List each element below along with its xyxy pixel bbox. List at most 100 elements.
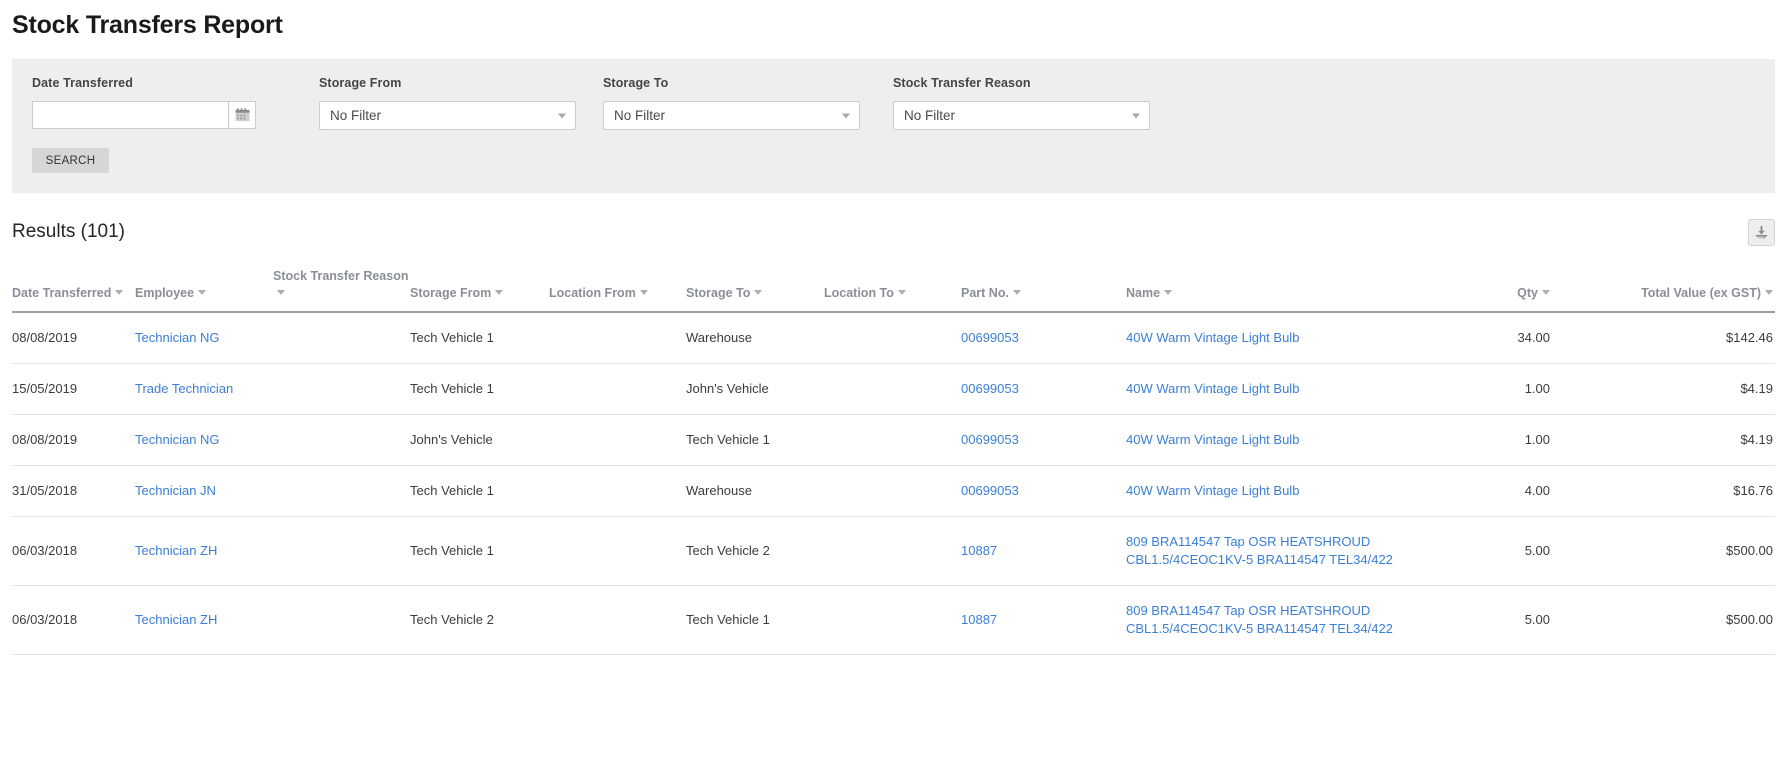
table-header-row: Date Transferred Employee Stock Transfer…: [12, 268, 1775, 313]
cell-storage-from: Tech Vehicle 2: [410, 585, 549, 655]
cell-storage-from: Tech Vehicle 1: [410, 465, 549, 517]
name-link[interactable]: 40W Warm Vintage Light Bulb: [1126, 381, 1299, 396]
storage-from-select[interactable]: No Filter: [319, 101, 576, 130]
employee-link[interactable]: Technician NG: [135, 432, 220, 447]
cell-stock-transfer-reason: [273, 312, 410, 364]
table-row: 31/05/2018 Technician JN Tech Vehicle 1 War…: [12, 465, 1775, 517]
part-no-link[interactable]: 10887: [961, 612, 997, 627]
name-link[interactable]: 809 BRA114547 Tap OSR HEATSHROUD CBL1.5/…: [1126, 534, 1393, 567]
sort-caret-icon: [639, 290, 648, 295]
table-body: 08/08/2019 Technician NG Tech Vehicle 1 War…: [12, 312, 1775, 655]
calendar-picker-button[interactable]: [228, 101, 256, 129]
column-label: Total Value (ex GST): [1641, 286, 1761, 300]
storage-from-value: No Filter: [330, 108, 382, 123]
stock-transfer-reason-select[interactable]: No Filter: [893, 101, 1150, 130]
cell-part-no: 00699053: [961, 465, 1126, 517]
sort-caret-icon: [1012, 290, 1021, 295]
column-header-storage-to[interactable]: Storage To: [686, 268, 824, 313]
cell-location-to: [824, 414, 961, 466]
column-label: Date Transferred: [12, 286, 112, 300]
cell-date-transferred: 08/08/2019: [12, 312, 135, 364]
column-header-name[interactable]: Name: [1126, 268, 1432, 313]
cell-text: 5.00: [1524, 543, 1550, 558]
cell-date-transferred: 06/03/2018: [12, 585, 135, 655]
name-link[interactable]: 809 BRA114547 Tap OSR HEATSHROUD CBL1.5/…: [1126, 603, 1393, 636]
sort-caret-icon: [198, 290, 207, 295]
column-header-employee[interactable]: Employee: [135, 268, 273, 313]
results-heading: Results (101): [12, 221, 125, 242]
cell-stock-transfer-reason: [273, 414, 410, 466]
cell-date-transferred: 08/08/2019: [12, 414, 135, 466]
employee-link[interactable]: Technician JN: [135, 483, 216, 498]
cell-total-value: $142.46: [1552, 312, 1775, 364]
cell-storage-to: Tech Vehicle 1: [686, 585, 824, 655]
name-link[interactable]: 40W Warm Vintage Light Bulb: [1126, 330, 1299, 345]
column-header-date-transferred[interactable]: Date Transferred: [12, 268, 135, 313]
column-header-total-value[interactable]: Total Value (ex GST): [1552, 268, 1775, 313]
cell-stock-transfer-reason: [273, 363, 410, 415]
cell-employee: Technician ZH: [135, 516, 273, 586]
filter-field-storage-from: Storage From No Filter: [319, 76, 576, 130]
column-header-stock-transfer-reason[interactable]: Stock Transfer Reason: [273, 268, 410, 313]
cell-qty: 5.00: [1432, 585, 1552, 655]
sort-caret-icon: [495, 290, 504, 295]
column-header-qty[interactable]: Qty: [1432, 268, 1552, 313]
filter-label-storage-to: Storage To: [603, 76, 669, 90]
part-no-link[interactable]: 00699053: [961, 483, 1019, 498]
cell-location-to: [824, 585, 961, 655]
employee-link[interactable]: Trade Technician: [135, 381, 233, 396]
cell-text: 1.00: [1524, 381, 1550, 396]
cell-text: 15/05/2019: [12, 381, 78, 396]
page-title: Stock Transfers Report: [12, 11, 283, 39]
employee-link[interactable]: Technician ZH: [135, 543, 217, 558]
column-header-storage-from[interactable]: Storage From: [410, 268, 549, 313]
part-no-link[interactable]: 00699053: [961, 432, 1019, 447]
sort-caret-icon: [754, 290, 763, 295]
cell-employee: Technician JN: [135, 465, 273, 517]
table-row: 15/05/2019 Trade Technician Tech Vehicle 1…: [12, 363, 1775, 415]
cell-part-no: 00699053: [961, 414, 1126, 466]
employee-link[interactable]: Technician NG: [135, 330, 220, 345]
column-header-location-from[interactable]: Location From: [549, 268, 686, 313]
export-download-button[interactable]: [1748, 219, 1775, 246]
cell-total-value: $4.19: [1552, 363, 1775, 415]
cell-text: $500.00: [1726, 612, 1773, 627]
employee-link[interactable]: Technician ZH: [135, 612, 217, 627]
sort-caret-icon: [1765, 290, 1773, 295]
date-transferred-input[interactable]: [32, 101, 228, 129]
cell-name: 809 BRA114547 Tap OSR HEATSHROUD CBL1.5/…: [1126, 516, 1432, 586]
part-no-link[interactable]: 10887: [961, 543, 997, 558]
date-transferred-input-group: [32, 101, 256, 129]
cell-total-value: $4.19: [1552, 414, 1775, 466]
search-button[interactable]: SEARCH: [32, 148, 109, 173]
chevron-down-icon: [1132, 113, 1140, 118]
cell-name: 40W Warm Vintage Light Bulb: [1126, 465, 1432, 517]
table-row: 08/08/2019 Technician NG Tech Vehicle 1 War…: [12, 312, 1775, 364]
cell-location-to: [824, 516, 961, 586]
column-header-location-to[interactable]: Location To: [824, 268, 961, 313]
table-header: Date Transferred Employee Stock Transfer…: [12, 268, 1775, 313]
name-link[interactable]: 40W Warm Vintage Light Bulb: [1126, 483, 1299, 498]
column-header-part-no[interactable]: Part No.: [961, 268, 1126, 313]
cell-text: Tech Vehicle 2: [686, 543, 770, 558]
cell-text: Warehouse: [686, 483, 752, 498]
filter-label-storage-from: Storage From: [319, 76, 402, 90]
part-no-link[interactable]: 00699053: [961, 381, 1019, 396]
cell-location-from: [549, 312, 686, 364]
sort-caret-icon: [277, 290, 285, 295]
cell-date-transferred: 31/05/2018: [12, 465, 135, 517]
results-bar: Results (101): [12, 211, 1775, 253]
cell-location-to: [824, 312, 961, 364]
storage-to-select[interactable]: No Filter: [603, 101, 860, 130]
filter-label-date-transferred: Date Transferred: [32, 76, 133, 90]
cell-name: 40W Warm Vintage Light Bulb: [1126, 363, 1432, 415]
cell-text: 1.00: [1524, 432, 1550, 447]
cell-text: Tech Vehicle 1: [686, 432, 770, 447]
cell-text: $142.46: [1726, 330, 1773, 345]
part-no-link[interactable]: 00699053: [961, 330, 1019, 345]
cell-storage-to: Tech Vehicle 1: [686, 414, 824, 466]
cell-name: 809 BRA114547 Tap OSR HEATSHROUD CBL1.5/…: [1126, 585, 1432, 655]
name-link[interactable]: 40W Warm Vintage Light Bulb: [1126, 432, 1299, 447]
column-label: Location From: [549, 286, 636, 300]
cell-text: Tech Vehicle 1: [410, 483, 494, 498]
